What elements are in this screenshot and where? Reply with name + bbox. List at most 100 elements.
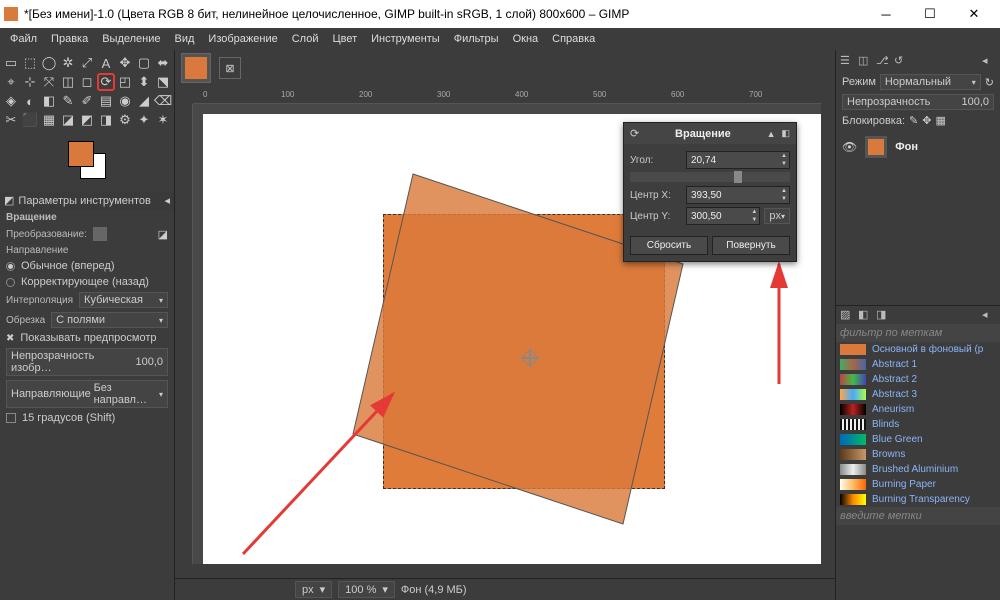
gradient-row[interactable]: Abstract 1 <box>836 357 1000 372</box>
tool-button-18[interactable]: ◈ <box>2 92 20 110</box>
tool-button-7[interactable]: ▢ <box>135 54 153 72</box>
maximize-button[interactable]: ☐ <box>908 0 952 28</box>
menu-цвет[interactable]: Цвет <box>326 31 363 47</box>
gradients-tab-icon[interactable]: ◨ <box>876 308 890 322</box>
zoom-combo[interactable]: 100 %▾ <box>338 581 395 598</box>
visibility-icon[interactable]: 👁 <box>842 140 857 154</box>
tool-button-31[interactable]: ◩ <box>78 111 96 129</box>
tool-button-14[interactable]: ⟳ <box>97 73 115 91</box>
tool-button-30[interactable]: ◪ <box>59 111 77 129</box>
detach-icon[interactable]: ◧ <box>781 128 790 139</box>
direction-corrective-radio[interactable]: Корректирующее (назад) <box>0 274 174 290</box>
gradient-row[interactable]: Blinds <box>836 417 1000 432</box>
channels-tab-icon[interactable]: ◫ <box>858 54 872 68</box>
gradient-row[interactable]: Abstract 3 <box>836 387 1000 402</box>
gradient-row[interactable]: Abstract 2 <box>836 372 1000 387</box>
menu-окна[interactable]: Окна <box>507 31 545 47</box>
close-image-icon[interactable]: ⊠ <box>219 57 241 79</box>
tool-button-13[interactable]: ◻ <box>78 73 96 91</box>
tool-button-24[interactable]: ◉ <box>116 92 134 110</box>
tool-button-19[interactable]: ◐ <box>21 92 39 110</box>
menu-вид[interactable]: Вид <box>169 31 201 47</box>
menu-файл[interactable]: Файл <box>4 31 43 47</box>
gradient-row[interactable]: Aneurism <box>836 402 1000 417</box>
tool-button-0[interactable]: ▭ <box>2 54 20 72</box>
tool-button-26[interactable]: ⌫ <box>154 92 172 110</box>
tool-button-2[interactable]: ◯ <box>40 54 58 72</box>
panel-menu-icon[interactable]: ◂ <box>982 308 996 322</box>
minimize-button[interactable]: ─ <box>864 0 908 28</box>
gradient-row[interactable]: Основной в фоновый (р <box>836 342 1000 357</box>
tool-button-35[interactable]: ✶ <box>154 111 172 129</box>
tool-button-25[interactable]: ◢ <box>135 92 153 110</box>
gradient-row[interactable]: Brushed Aluminium <box>836 462 1000 477</box>
gradient-row[interactable]: Browns <box>836 447 1000 462</box>
ruler-horizontal[interactable]: 0100200300400500600700 <box>193 86 821 104</box>
tool-button-21[interactable]: ✎ <box>59 92 77 110</box>
tool-button-23[interactable]: ▤ <box>97 92 115 110</box>
menu-фильтры[interactable]: Фильтры <box>448 31 505 47</box>
reset-button[interactable]: Сбросить <box>630 236 708 255</box>
tool-button-1[interactable]: ⬚ <box>21 54 39 72</box>
tool-button-8[interactable]: ⬌ <box>154 54 172 72</box>
foreground-color[interactable] <box>68 141 94 167</box>
blend-mode-row[interactable]: Режим Нормальный▾ ↻ <box>836 72 1000 92</box>
center-y-input[interactable]: ▲▼ <box>686 207 760 225</box>
panel-menu-icon[interactable]: ◂ <box>982 54 996 68</box>
collapse-icon[interactable]: ▲ <box>767 129 776 139</box>
fg-bg-swatch[interactable] <box>0 133 174 191</box>
tag-filter-input[interactable]: фильтр по меткам <box>836 324 1000 342</box>
tool-button-16[interactable]: ⬍ <box>135 73 153 91</box>
gradient-row[interactable]: Burning Paper <box>836 477 1000 492</box>
paths-tab-icon[interactable]: ⎇ <box>876 54 890 68</box>
menu-выделение[interactable]: Выделение <box>96 31 166 47</box>
image-opacity-row[interactable]: Непрозрачность изобр…100,0 <box>0 346 174 378</box>
center-x-input[interactable]: ▲▼ <box>686 186 790 204</box>
layer-row[interactable]: 👁 Фон <box>836 133 1000 161</box>
unit-combo[interactable]: px▾ <box>764 208 790 224</box>
lock-alpha-icon[interactable]: ▦ <box>935 114 945 127</box>
tool-button-11[interactable]: ⤧ <box>40 73 58 91</box>
canvas-viewport[interactable]: ⟳ Вращение ▲ ◧ Угол: ▲▼ Центр X: ▲ <box>193 104 821 564</box>
panel-menu-icon[interactable]: ◂ <box>164 194 170 207</box>
guides-row[interactable]: Направляющие Без направл…▾ <box>0 378 174 410</box>
interpolation-row[interactable]: Интерполяция Кубическая▾ <box>0 290 174 310</box>
tool-button-3[interactable]: ✲ <box>59 54 77 72</box>
mode-switch-icon[interactable]: ↻ <box>985 76 994 89</box>
tool-button-33[interactable]: ⚙ <box>116 111 134 129</box>
transform-path-icon[interactable]: ◪ <box>158 228 168 241</box>
angle-slider[interactable] <box>630 172 790 182</box>
tool-button-6[interactable]: ✥ <box>116 54 134 72</box>
direction-normal-radio[interactable]: Обычное (вперед) <box>0 258 174 274</box>
close-button[interactable]: ✕ <box>952 0 996 28</box>
transform-layer-icon[interactable] <box>93 227 107 241</box>
tool-button-29[interactable]: ▦ <box>40 111 58 129</box>
tool-button-17[interactable]: ⬔ <box>154 73 172 91</box>
tool-button-22[interactable]: ✐ <box>78 92 96 110</box>
tool-button-27[interactable]: ✂ <box>2 111 20 129</box>
patterns-tab-icon[interactable]: ◧ <box>858 308 872 322</box>
tool-button-34[interactable]: ✦ <box>135 111 153 129</box>
undo-tab-icon[interactable]: ↺ <box>894 54 908 68</box>
show-preview-check[interactable]: ✖Показывать предпросмотр <box>0 330 174 346</box>
tool-button-28[interactable]: ⬛ <box>21 111 39 129</box>
layer-name[interactable]: Фон <box>895 141 918 153</box>
layers-tab-icon[interactable]: ☰ <box>840 54 854 68</box>
tool-button-12[interactable]: ◫ <box>59 73 77 91</box>
tool-button-32[interactable]: ◨ <box>97 111 115 129</box>
menu-инструменты[interactable]: Инструменты <box>365 31 446 47</box>
menu-правка[interactable]: Правка <box>45 31 94 47</box>
ruler-vertical[interactable] <box>175 104 193 564</box>
angle-input[interactable]: ▲▼ <box>686 151 790 169</box>
layer-opacity-row[interactable]: Непрозрачность100,0 <box>836 92 1000 112</box>
tool-button-4[interactable]: ⤢ <box>78 54 96 72</box>
menu-слой[interactable]: Слой <box>286 31 325 47</box>
rotate-dialog[interactable]: ⟳ Вращение ▲ ◧ Угол: ▲▼ Центр X: ▲ <box>623 122 797 262</box>
gradient-row[interactable]: Blue Green <box>836 432 1000 447</box>
rotate-button[interactable]: Повернуть <box>712 236 790 255</box>
tool-button-5[interactable]: A <box>97 54 115 72</box>
clipping-row[interactable]: Обрезка С полями▾ <box>0 310 174 330</box>
tool-button-10[interactable]: ⊹ <box>21 73 39 91</box>
menu-изображение[interactable]: Изображение <box>202 31 283 47</box>
lock-position-icon[interactable]: ✥ <box>922 114 931 127</box>
